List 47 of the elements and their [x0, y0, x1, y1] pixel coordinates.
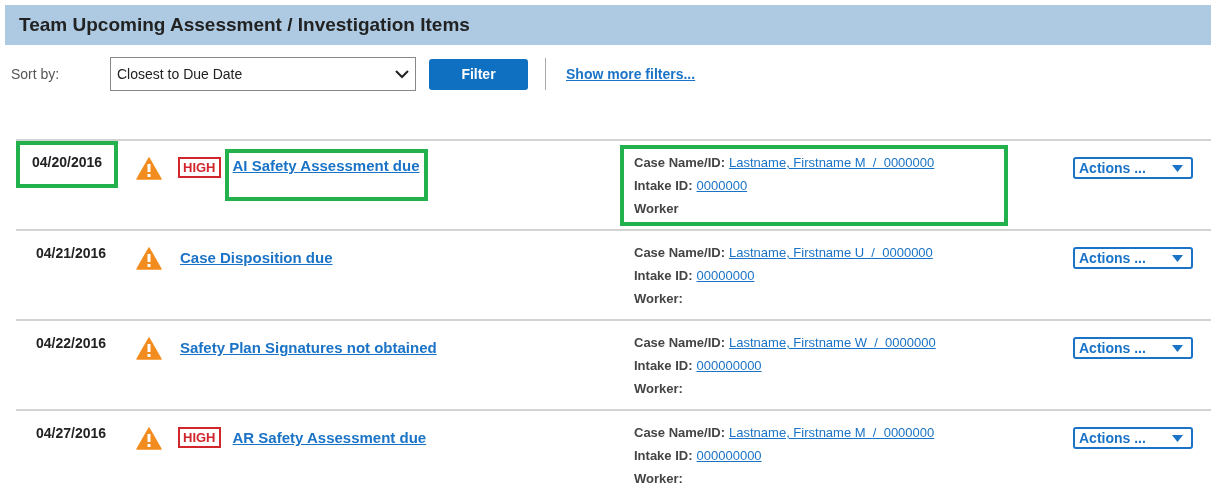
intake-label: Intake ID: [634, 178, 693, 193]
item-title-link[interactable]: Case Disposition due [180, 249, 333, 266]
show-more-filters-link[interactable]: Show more filters... [566, 66, 696, 82]
worker-label: Worker [634, 201, 679, 216]
case-link[interactable]: Lastname, Firstname U / 0000000 [729, 245, 933, 260]
case-label: Case Name/ID: [634, 155, 726, 170]
case-link[interactable]: Lastname, Firstname W / 0000000 [729, 335, 936, 350]
caret-icon [1172, 434, 1183, 442]
priority-badge: HIGH [178, 157, 221, 178]
caret-icon [1172, 254, 1183, 262]
intake-label: Intake ID: [634, 358, 693, 373]
warning-icon [136, 427, 162, 450]
intake-link[interactable]: 000000000 [696, 358, 762, 373]
case-label: Case Name/ID: [634, 245, 726, 260]
intake-link[interactable]: 00000000 [696, 268, 755, 283]
case-label: Case Name/ID: [634, 335, 726, 350]
actions-button[interactable]: Actions ... [1073, 337, 1193, 359]
intake-link[interactable]: 000000000 [696, 448, 762, 463]
intake-label: Intake ID: [634, 268, 693, 283]
sort-label: Sort by: [11, 66, 61, 82]
panel-title: Team Upcoming Assessment / Investigation Items [19, 14, 470, 36]
caret-icon [1172, 344, 1183, 352]
actions-button[interactable]: Actions ... [1073, 427, 1193, 449]
case-link[interactable]: Lastname, Firstname M / 0000000 [729, 425, 935, 440]
priority-badge: HIGH [178, 427, 221, 448]
actions-button[interactable]: Actions ... [1073, 157, 1193, 179]
worker-label: Worker: [634, 471, 683, 484]
warning-icon [136, 247, 162, 270]
case-link[interactable]: Lastname, Firstname M / 0000000 [729, 155, 935, 170]
item-title-link[interactable]: Safety Plan Signatures not obtained [180, 339, 437, 356]
intake-label: Intake ID: [634, 448, 693, 463]
intake-link[interactable]: 0000000 [696, 178, 748, 193]
chevron-down-icon [395, 69, 409, 79]
actions-button[interactable]: Actions ... [1073, 247, 1193, 269]
item-title-link[interactable]: AR Safety Assessment due [232, 429, 427, 446]
due-date: 04/27/2016 [35, 424, 108, 443]
case-label: Case Name/ID: [634, 425, 726, 440]
worker-label: Worker: [634, 291, 683, 306]
caret-icon [1172, 164, 1183, 172]
filter-button[interactable]: Filter [429, 58, 528, 90]
due-date: 04/21/2016 [35, 244, 108, 263]
worker-label: Worker: [634, 381, 683, 396]
sort-dropdown[interactable]: Closest to Due Date [110, 57, 416, 91]
warning-icon [136, 157, 162, 180]
due-date: 04/22/2016 [35, 334, 108, 353]
warning-icon [136, 337, 162, 360]
due-date: 04/20/2016 [16, 141, 119, 188]
